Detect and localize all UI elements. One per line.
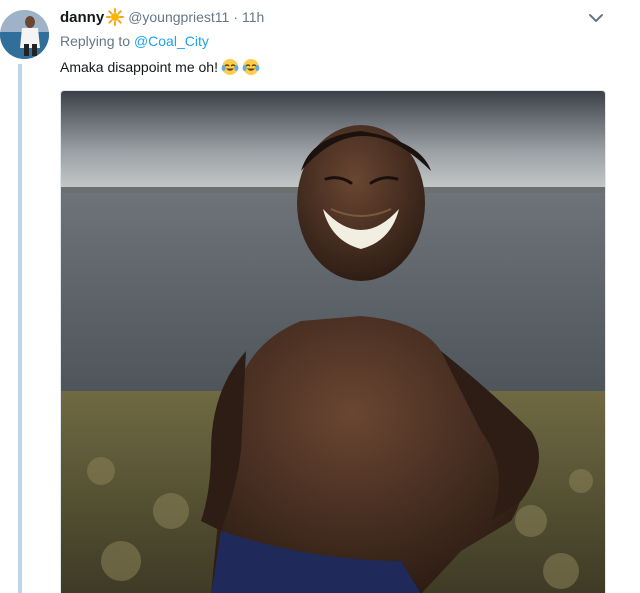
photo-illustration [61, 91, 605, 593]
meta-separator: · [233, 9, 238, 25]
replying-prefix: Replying to [60, 33, 131, 49]
user-handle[interactable]: @youngpriest11 [128, 9, 229, 25]
avatar[interactable] [0, 10, 49, 59]
sun-icon [106, 8, 125, 26]
chevron-down-icon[interactable] [586, 10, 606, 26]
face-with-tears-of-joy-icon [242, 58, 260, 76]
replying-to: Replying to @Coal_City [60, 33, 209, 49]
mention-link[interactable]: @Coal_City [134, 33, 209, 49]
timestamp[interactable]: 11h [242, 9, 264, 25]
tweet-header: danny @youngpriest11 · 11h [60, 6, 264, 28]
tweet-body: Amaka disappoint me oh! [60, 59, 218, 75]
face-with-tears-of-joy-icon [221, 58, 239, 76]
tweet-photo[interactable] [60, 90, 606, 593]
thread-line [18, 64, 22, 593]
display-name[interactable]: danny [60, 9, 104, 26]
tweet: danny @youngpriest11 · 11h Replying to @… [0, 0, 640, 593]
tweet-text: Amaka disappoint me oh! [60, 58, 260, 76]
